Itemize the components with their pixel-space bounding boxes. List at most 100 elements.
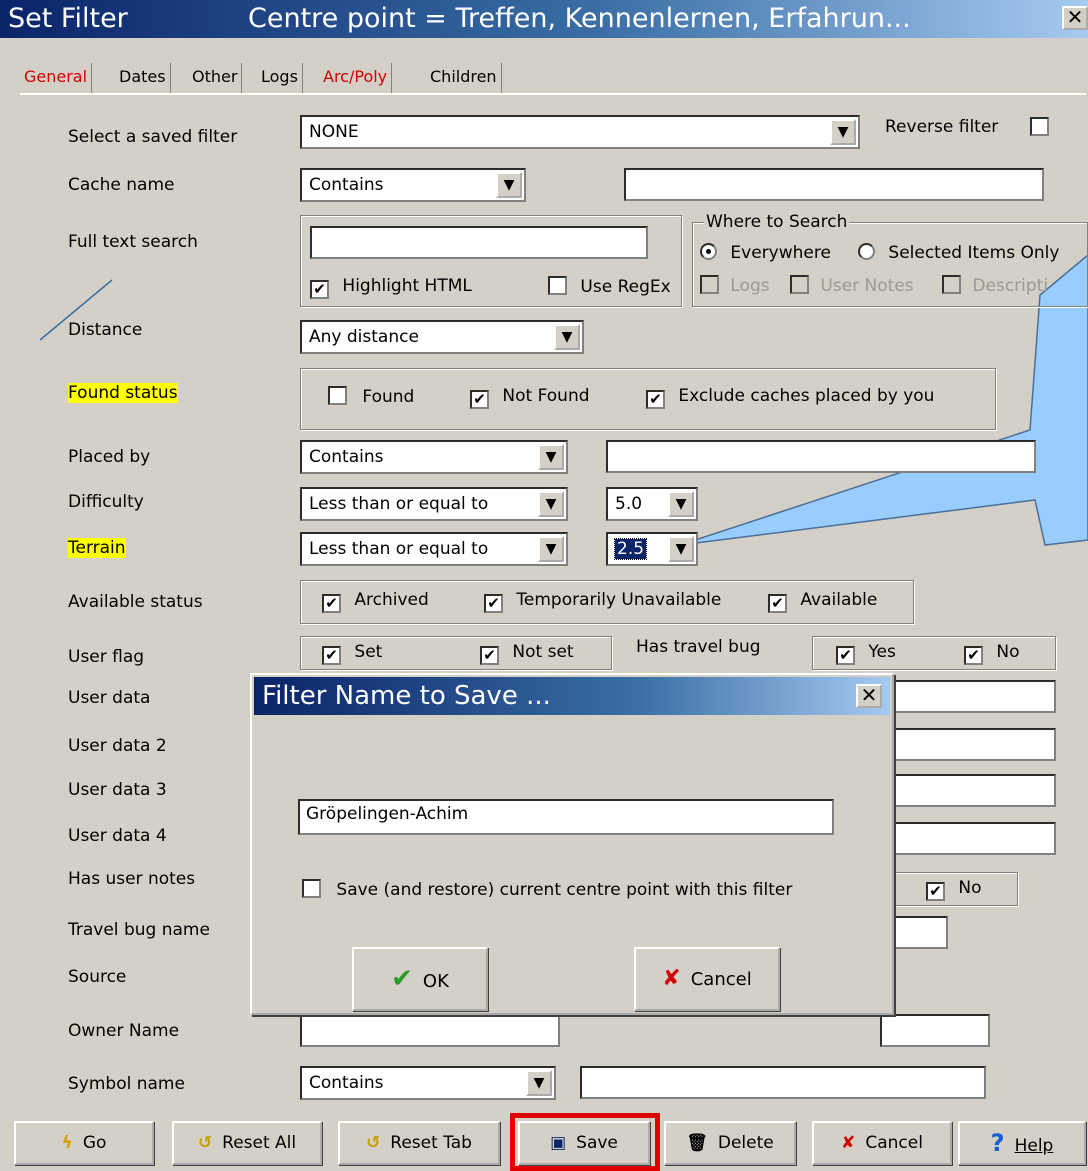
go-label: Go [82, 1133, 107, 1153]
reverse-filter-checkbox[interactable] [1030, 117, 1049, 136]
user-flag-not-set-option[interactable]: ✔ Not set [480, 642, 574, 665]
difficulty-value-select[interactable]: 5.0 ▼ [606, 487, 698, 521]
found-checkbox[interactable] [328, 386, 347, 405]
dialog-ok-button[interactable]: ✔ OK [352, 947, 488, 1011]
user-notes-no-option[interactable]: ✔ No [926, 878, 982, 901]
temp-unavailable-checkbox[interactable]: ✔ [484, 594, 503, 613]
user-flag-set-option[interactable]: ✔ Set [322, 642, 382, 665]
distance-select[interactable]: Any distance ▼ [300, 320, 584, 354]
description-option[interactable]: Descripti [942, 275, 1086, 296]
logs-option[interactable]: Logs [700, 275, 770, 296]
help-button[interactable]: ? Help [958, 1121, 1086, 1165]
delete-label: Delete [717, 1133, 774, 1153]
terrain-mode-select[interactable]: Less than or equal to ▼ [300, 532, 568, 566]
filter-name-input[interactable]: Gröpelingen-Achim [298, 799, 834, 835]
chevron-down-icon[interactable]: ▼ [668, 536, 694, 562]
difficulty-mode-select[interactable]: Less than or equal to ▼ [300, 487, 568, 521]
user-notes-label: User Notes [820, 276, 914, 296]
chevron-down-icon[interactable]: ▼ [830, 119, 856, 145]
exclude-own-checkbox[interactable]: ✔ [646, 390, 665, 409]
available-label: Available [800, 590, 878, 610]
reset-all-button[interactable]: ↺ Reset All [172, 1121, 322, 1165]
selected-only-option[interactable]: Selected Items Only [858, 243, 1059, 263]
user-data-3-input[interactable] [880, 774, 1056, 807]
user-data-4-input[interactable] [880, 822, 1056, 855]
user-flag-set-checkbox[interactable]: ✔ [322, 646, 341, 665]
user-notes-checkbox[interactable] [790, 275, 809, 294]
label-has-user-notes: Has user notes [68, 869, 196, 889]
delete-button[interactable]: 🗑 Delete [664, 1121, 796, 1165]
found-option[interactable]: Found [328, 386, 414, 407]
description-checkbox[interactable] [942, 275, 961, 294]
travel-bug-no-option[interactable]: ✔ No [964, 642, 1020, 665]
cache-name-mode-select[interactable]: Contains ▼ [300, 168, 526, 202]
logs-checkbox[interactable] [700, 275, 719, 294]
user-notes-no-checkbox[interactable]: ✔ [926, 882, 945, 901]
dialog-ok-label: OK [422, 971, 449, 992]
travel-bug-yes-checkbox[interactable]: ✔ [836, 646, 855, 665]
owner-name-input[interactable] [880, 1014, 990, 1047]
exclude-own-option[interactable]: ✔ Exclude caches placed by you [646, 386, 934, 409]
symbol-name-mode-select[interactable]: Contains ▼ [300, 1066, 556, 1100]
filter-name-dialog: Filter Name to Save ... ✕ Gröpelingen-Ac… [250, 673, 894, 1015]
difficulty-mode-value: Less than or equal to [309, 494, 489, 514]
reset-tab-button[interactable]: ↺ Reset Tab [338, 1121, 500, 1165]
lightning-icon: ϟ [61, 1133, 73, 1153]
selected-only-radio[interactable] [858, 243, 875, 260]
chevron-down-icon[interactable]: ▼ [554, 324, 580, 350]
label-symbol-name: Symbol name [68, 1074, 185, 1094]
available-option[interactable]: ✔ Available [768, 590, 877, 613]
red-x-icon: ✘ [841, 1133, 856, 1153]
everywhere-label: Everywhere [730, 243, 831, 263]
user-flag-set-label: Set [354, 642, 383, 662]
dialog-close-button[interactable]: ✕ [856, 684, 882, 708]
use-regex-option[interactable]: Use RegEx [548, 276, 671, 297]
symbol-name-input[interactable] [580, 1066, 986, 1099]
not-found-checkbox[interactable]: ✔ [470, 390, 489, 409]
saved-filter-select[interactable]: NONE ▼ [300, 115, 860, 149]
dialog-cancel-button[interactable]: ✘ Cancel [634, 947, 780, 1011]
highlight-html-option[interactable]: ✔ Highlight HTML [310, 276, 472, 299]
not-found-option[interactable]: ✔ Not Found [470, 386, 590, 409]
cache-name-input[interactable] [624, 168, 1044, 201]
travel-bug-yes-option[interactable]: ✔ Yes [836, 642, 896, 665]
terrain-value-select[interactable]: 2.5 ▼ [606, 532, 698, 566]
user-notes-option[interactable]: User Notes [790, 275, 914, 296]
use-regex-checkbox[interactable] [548, 276, 567, 295]
user-data-input[interactable] [880, 680, 1056, 713]
label-difficulty: Difficulty [68, 492, 144, 512]
chevron-down-icon[interactable]: ▼ [496, 172, 522, 198]
placed-by-mode-select[interactable]: Contains ▼ [300, 440, 568, 474]
chevron-down-icon[interactable]: ▼ [538, 444, 564, 470]
label-user-data-2: User data 2 [68, 736, 167, 756]
available-checkbox[interactable]: ✔ [768, 594, 787, 613]
label-saved-filter: Select a saved filter [68, 127, 238, 147]
temp-unavailable-option[interactable]: ✔ Temporarily Unavailable [484, 590, 721, 613]
label-owner-name: Owner Name [68, 1021, 180, 1041]
everywhere-option[interactable]: Everywhere [700, 243, 831, 263]
cancel-button[interactable]: ✘ Cancel [812, 1121, 952, 1165]
saved-filter-value: NONE [309, 122, 359, 142]
everywhere-radio[interactable] [700, 243, 717, 260]
save-centre-checkbox[interactable] [302, 879, 321, 898]
go-button[interactable]: ϟ Go [14, 1121, 154, 1165]
label-terrain: Terrain [68, 538, 126, 558]
highlight-html-checkbox[interactable]: ✔ [310, 280, 329, 299]
user-data-2-input[interactable] [880, 728, 1056, 761]
user-flag-not-set-checkbox[interactable]: ✔ [480, 646, 499, 665]
dialog-title: Filter Name to Save ... [262, 681, 551, 711]
chevron-down-icon[interactable]: ▼ [538, 491, 564, 517]
placed-by-input[interactable] [606, 440, 1036, 473]
chevron-down-icon[interactable]: ▼ [538, 536, 564, 562]
chevron-down-icon[interactable]: ▼ [526, 1070, 552, 1096]
archived-option[interactable]: ✔ Archived [322, 590, 429, 613]
full-text-input[interactable] [310, 226, 648, 259]
save-centre-label: Save (and restore) current centre point … [336, 880, 793, 900]
trash-icon: 🗑 [686, 1133, 708, 1153]
chevron-down-icon[interactable]: ▼ [668, 491, 694, 517]
save-centre-option[interactable]: Save (and restore) current centre point … [302, 879, 792, 900]
found-label: Found [362, 387, 415, 407]
travel-bug-no-checkbox[interactable]: ✔ [964, 646, 983, 665]
owner-name-mode-select[interactable] [300, 1014, 560, 1047]
archived-checkbox[interactable]: ✔ [322, 594, 341, 613]
